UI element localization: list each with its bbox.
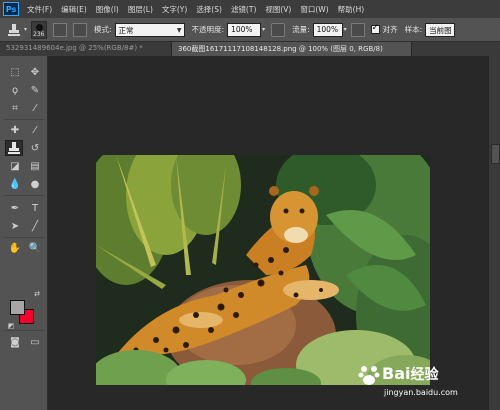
watermark-brand-cn: 经验	[410, 367, 439, 383]
menu-file[interactable]: 文件(F)	[27, 4, 52, 15]
crop-tool-icon[interactable]: ⌗	[6, 100, 24, 116]
menu-select[interactable]: 选择(S)	[196, 4, 222, 15]
flow-slider-arrow-icon[interactable]: ▾	[344, 26, 347, 33]
dodge-tool-icon[interactable]: ●	[26, 176, 44, 192]
jaguar-jungle-artwork[interactable]	[96, 155, 430, 385]
watermark-brand-latin: Bai	[382, 364, 411, 383]
eyedropper-tool-icon[interactable]: ⁄	[26, 100, 44, 116]
menu-image[interactable]: 图像(I)	[96, 4, 119, 15]
watermark-url: jingyan.baidu.com	[384, 388, 458, 397]
toolbox-divider	[4, 119, 44, 120]
opacity-field[interactable]: 100%	[227, 22, 262, 37]
quick-selection-tool-icon[interactable]: ✎	[26, 82, 44, 98]
opacity-value: 100%	[231, 24, 253, 34]
toolbox-divider	[4, 330, 44, 331]
gradient-tool-icon[interactable]: ▤	[26, 158, 44, 174]
brush-panel-toggle-icon[interactable]	[53, 22, 68, 37]
history-brush-tool-icon[interactable]: ↺	[26, 140, 44, 156]
lasso-tool-icon[interactable]: ϙ	[6, 82, 24, 98]
mode-select[interactable]: 正常 ▼	[114, 22, 185, 37]
path-selection-tool-icon[interactable]: ➤	[6, 218, 24, 234]
aligned-label: 对齐	[382, 25, 398, 34]
swap-colors-icon[interactable]: ⇄	[28, 286, 46, 302]
foreground-color-swatch[interactable]	[10, 300, 25, 315]
toolbox-divider	[4, 195, 44, 196]
brush-size: 236	[33, 30, 45, 38]
brush-tip-icon	[36, 23, 44, 31]
pen-tool-icon[interactable]: ✒	[6, 200, 24, 216]
mode-label: 模式:	[94, 25, 112, 34]
menu-bar: Ps 文件(F) 编辑(E) 图像(I) 图层(L) 文字(Y) 选择(S) 滤…	[0, 0, 500, 18]
opacity-slider-arrow-icon[interactable]: ▾	[262, 26, 265, 33]
photoshop-logo: Ps	[3, 2, 19, 16]
document-tab-1-label: 532931489604e.jpg @ 25%(RGB/8#) *	[6, 44, 143, 52]
flow-label: 流量:	[292, 25, 310, 34]
airbrush-icon[interactable]	[350, 22, 365, 37]
paw-logo-icon	[358, 366, 380, 385]
flow-field[interactable]: 100%	[312, 22, 343, 37]
menu-view[interactable]: 视图(V)	[265, 4, 291, 15]
menu-filter[interactable]: 滤镜(T)	[231, 4, 256, 15]
menu-type[interactable]: 文字(Y)	[162, 4, 187, 15]
document-tab-bar: 532931489604e.jpg @ 25%(RGB/8#) * 360截图1…	[0, 42, 500, 56]
eraser-tool-icon[interactable]: ◪	[6, 158, 24, 174]
baidu-jingyan-watermark: Bai经验 jingyan.baidu.com	[356, 358, 496, 408]
mode-value: 正常	[118, 25, 134, 35]
marquee-tool-icon[interactable]: ⬚	[6, 64, 24, 80]
opacity-label: 不透明度:	[191, 25, 225, 34]
quick-mask-icon[interactable]: ◙	[6, 334, 24, 350]
chevron-down-icon: ▼	[176, 26, 182, 34]
panel-expand-handle[interactable]	[491, 144, 500, 164]
watermark-brand: Bai经验	[382, 364, 438, 384]
zoom-tool-icon[interactable]: 🔍	[26, 240, 44, 256]
sample-value: 当前图	[429, 25, 452, 35]
clone-stamp-tool-icon[interactable]	[5, 140, 23, 156]
sample-label: 样本:	[404, 25, 423, 34]
screen-mode-icon[interactable]: ▭	[26, 334, 44, 350]
move-tool-icon[interactable]: ✥	[26, 64, 44, 80]
toolbox: ⬚ ✥ ϙ ✎ ⌗ ⁄ ✚ ⁄ ↺ ◪ ▤ 💧 ● ✒ T ➤ ╱ ✋ 🔍 ⇄ …	[0, 56, 48, 410]
pressure-opacity-icon[interactable]	[271, 22, 286, 37]
options-bar: ▾ 236 模式: 正常 ▼ 不透明度: 100% ▾ 流量: 100% ▾ 对…	[0, 18, 500, 42]
line-tool-icon[interactable]: ╱	[26, 218, 44, 234]
document-tab-2[interactable]: 360截图16171117108148128.png @ 100% (图层 0,…	[172, 42, 412, 56]
flow-value: 100%	[316, 24, 339, 34]
brush-preset-picker[interactable]: 236	[31, 20, 48, 39]
tool-preset-arrow-icon[interactable]: ▾	[24, 26, 27, 33]
menu-edit[interactable]: 编辑(E)	[61, 4, 87, 15]
document-tab-2-label: 360截图16171117108148128.png @ 100% (图层 0,…	[178, 45, 383, 53]
brush-tool-icon[interactable]: ⁄	[26, 122, 44, 138]
sample-select[interactable]: 当前图	[425, 22, 456, 37]
collapsed-panel-strip	[488, 56, 500, 410]
blur-tool-icon[interactable]: 💧	[6, 176, 24, 192]
artwork-illustration	[96, 155, 430, 385]
spot-healing-tool-icon[interactable]: ✚	[6, 122, 24, 138]
clone-stamp-tool-preset-icon[interactable]	[4, 21, 24, 39]
default-colors-icon[interactable]: ◩	[2, 318, 20, 334]
clone-source-panel-icon[interactable]	[73, 22, 88, 37]
aligned-checkbox[interactable]	[370, 23, 380, 34]
menu-layer[interactable]: 图层(L)	[128, 4, 153, 15]
document-tab-1[interactable]: 532931489604e.jpg @ 25%(RGB/8#) *	[0, 42, 172, 56]
menu-help[interactable]: 帮助(H)	[338, 4, 365, 15]
type-tool-icon[interactable]: T	[26, 200, 44, 216]
toolbox-divider	[4, 237, 44, 238]
hand-tool-icon[interactable]: ✋	[6, 240, 24, 256]
menu-window[interactable]: 窗口(W)	[300, 4, 328, 15]
canvas-area[interactable]	[48, 56, 488, 410]
